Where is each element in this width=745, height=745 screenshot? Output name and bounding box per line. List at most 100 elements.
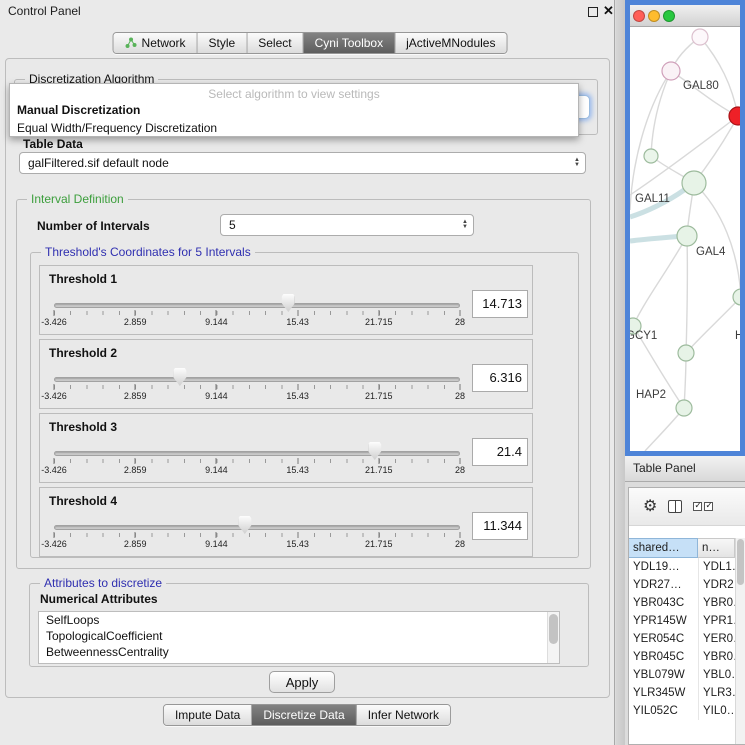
network-edge[interactable]: [630, 71, 671, 210]
close-icon[interactable]: ✕: [603, 3, 614, 19]
network-edge[interactable]: [633, 236, 687, 326]
tab-network[interactable]: Network: [114, 33, 197, 53]
scrollbar-thumb[interactable]: [737, 539, 744, 585]
tab-impute-data[interactable]: Impute Data: [164, 705, 251, 725]
table-panel-title: Table Panel: [633, 461, 696, 475]
slider-track[interactable]: [54, 525, 460, 530]
table-row[interactable]: YPR145WYPR1…: [629, 612, 735, 630]
spinner-arrows-icon[interactable]: ▲▼: [462, 220, 468, 230]
node-label-gal4: GAL4: [696, 246, 725, 258]
number-of-intervals-label: Number of Intervals: [37, 219, 150, 233]
network-edge[interactable]: [645, 408, 684, 451]
slider-minor-ticks: [54, 533, 460, 537]
tab-infer-network[interactable]: Infer Network: [356, 705, 450, 725]
table-row[interactable]: YBR045CYBR0…: [629, 648, 735, 666]
tick-label: 2.859: [124, 391, 147, 401]
list-item[interactable]: SelfLoops: [39, 612, 559, 628]
threshold-label: Threshold 1: [49, 272, 117, 286]
close-traffic-light[interactable]: [633, 10, 645, 22]
tab-network-label: Network: [142, 36, 186, 50]
apply-button[interactable]: Apply: [269, 671, 335, 693]
table-row[interactable]: YBL079WYBL0…: [629, 666, 735, 684]
network-node[interactable]: [692, 29, 708, 45]
tab-select[interactable]: Select: [246, 33, 302, 53]
dropdown-option-manual-discretization[interactable]: Manual Discretization: [10, 101, 578, 119]
float-window-icon[interactable]: [588, 7, 598, 17]
list-item[interactable]: TopologicalCoefficient: [39, 628, 559, 644]
network-window-titlebar[interactable]: [630, 5, 740, 27]
threshold-value-field[interactable]: 6.316: [472, 364, 528, 392]
tick-label: 9.144: [205, 465, 228, 475]
table-row[interactable]: YDR27…YDR2…: [629, 576, 735, 594]
slider-track[interactable]: [54, 303, 460, 308]
network-edge[interactable]: [694, 183, 740, 297]
zoom-traffic-light[interactable]: [663, 10, 675, 22]
network-canvas[interactable]: GAL80 GAL11 GAL4 GCY1 HAP2 H: [630, 27, 740, 451]
network-edge[interactable]: [686, 236, 687, 353]
scrollbar-thumb[interactable]: [549, 614, 558, 644]
column-header-shared[interactable]: shared…: [629, 538, 698, 558]
tick-label: 15.43: [286, 539, 309, 549]
slider-minor-ticks: [54, 459, 460, 463]
tick-label: 28: [455, 317, 465, 327]
slider-thumb[interactable]: [238, 516, 251, 534]
network-node[interactable]: [676, 400, 692, 416]
table-row[interactable]: YER054CYER0…: [629, 630, 735, 648]
cyni-toolbox-panel: Discretization Algorithm Select algorith…: [5, 58, 610, 698]
table-row[interactable]: YDL19…YDL1…: [629, 558, 735, 576]
threshold-value-field[interactable]: 21.4: [472, 438, 528, 466]
tab-cyni-toolbox[interactable]: Cyni Toolbox: [303, 33, 394, 53]
table-scrollbar[interactable]: [735, 538, 745, 744]
threshold-slider[interactable]: -3.426 2.859 9.144 15.43 21.715 28: [54, 520, 460, 554]
network-edge-thick[interactable]: [630, 236, 683, 241]
slider-thumb[interactable]: [282, 294, 295, 312]
network-edge[interactable]: [686, 297, 740, 353]
list-item[interactable]: BetweennessCentrality: [39, 644, 559, 660]
network-node[interactable]: [682, 171, 706, 195]
tick-label: 28: [455, 391, 465, 401]
table-row[interactable]: YLR345WYLR3…: [629, 684, 735, 702]
app-root: Control Panel ✕ Network Style Select Cyn…: [0, 0, 745, 745]
threshold-value-field[interactable]: 11.344: [472, 512, 528, 540]
minimize-traffic-light[interactable]: [648, 10, 660, 22]
table-toolbar: ⚙ ✓ ✓: [629, 488, 745, 526]
number-of-intervals-value: 5: [229, 218, 236, 232]
slider-thumb[interactable]: [173, 368, 186, 386]
node-label-gal80: GAL80: [683, 80, 719, 92]
table-data-combobox[interactable]: galFiltered.sif default node ▲▼: [19, 152, 586, 174]
network-node[interactable]: [733, 289, 740, 305]
threshold-slider[interactable]: -3.426 2.859 9.144 15.43 21.715 28: [54, 446, 460, 480]
table-row[interactable]: YIL052CYIL0…: [629, 702, 735, 720]
top-tab-bar: Network Style Select Cyni Toolbox jActiv…: [113, 32, 508, 54]
threshold-value-field[interactable]: 14.713: [472, 290, 528, 318]
table-row[interactable]: YBR043CYBR0…: [629, 594, 735, 612]
column-header-name[interactable]: n…: [698, 538, 735, 558]
tab-jactivemodules[interactable]: jActiveMNodules: [394, 33, 506, 53]
network-edge[interactable]: [671, 71, 738, 116]
threshold-slider[interactable]: -3.426 2.859 9.144 15.43 21.715 28: [54, 372, 460, 406]
numerical-attributes-label: Numerical Attributes: [40, 592, 158, 606]
network-edge[interactable]: [651, 71, 671, 156]
table-data-label: Table Data: [23, 137, 83, 151]
gear-icon[interactable]: ⚙: [643, 499, 657, 515]
network-node[interactable]: [662, 62, 680, 80]
tick-label: 9.144: [205, 317, 228, 327]
spinner-arrows-icon[interactable]: ▲▼: [574, 158, 580, 168]
slider-track[interactable]: [54, 377, 460, 382]
network-node[interactable]: [677, 226, 697, 246]
list-scrollbar[interactable]: [547, 612, 559, 663]
tab-discretize-data[interactable]: Discretize Data: [251, 705, 355, 725]
slider-track[interactable]: [54, 451, 460, 456]
number-of-intervals-combobox[interactable]: 5 ▲▼: [220, 214, 474, 236]
select-columns-icon[interactable]: ✓ ✓: [693, 502, 713, 511]
tick-label: 15.43: [286, 465, 309, 475]
panel-divider[interactable]: [616, 0, 625, 745]
network-icon: [125, 37, 138, 49]
columns-icon[interactable]: [668, 500, 682, 513]
network-node[interactable]: [644, 149, 658, 163]
control-panel: Control Panel ✕ Network Style Select Cyn…: [0, 0, 615, 745]
tab-style[interactable]: Style: [197, 33, 247, 53]
threshold-slider[interactable]: -3.426 2.859 9.144 15.43 21.715 28: [54, 298, 460, 332]
dropdown-option-equal-width-frequency[interactable]: Equal Width/Frequency Discretization: [10, 119, 578, 137]
network-node[interactable]: [678, 345, 694, 361]
